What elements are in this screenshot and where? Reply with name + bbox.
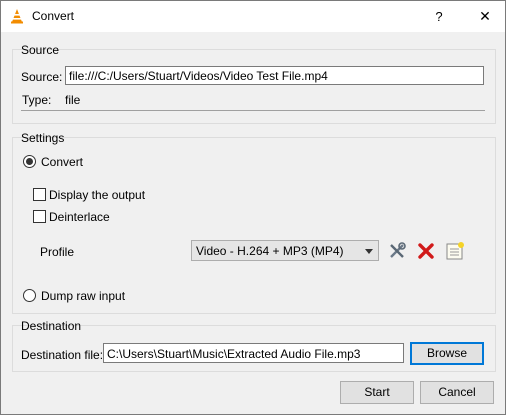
type-label: Type: <box>22 93 52 107</box>
profile-select[interactable]: Video - H.264 + MP3 (MP4) <box>191 240 379 261</box>
chevron-down-icon <box>365 249 373 254</box>
title-bar: Convert ? ✕ <box>1 1 505 32</box>
display-output-label[interactable]: Display the output <box>49 188 145 202</box>
close-button[interactable]: ✕ <box>467 1 503 32</box>
deinterlace-label[interactable]: Deinterlace <box>49 210 110 224</box>
browse-button[interactable]: Browse <box>410 342 484 365</box>
type-value: file <box>65 93 81 107</box>
display-output-checkbox[interactable] <box>33 188 46 201</box>
profile-label: Profile <box>40 245 75 259</box>
source-input[interactable]: file:///C:/Users/Stuart/Videos/Video Tes… <box>65 66 484 85</box>
vlc-cone-icon <box>11 9 23 24</box>
edit-profile-icon[interactable] <box>386 240 408 262</box>
window-title: Convert <box>32 9 75 23</box>
dump-raw-radio[interactable] <box>23 289 36 302</box>
destination-file-input[interactable]: C:\Users\Stuart\Music\Extracted Audio Fi… <box>103 343 404 363</box>
deinterlace-checkbox[interactable] <box>33 210 46 223</box>
help-button[interactable]: ? <box>425 1 453 32</box>
source-group <box>12 49 496 124</box>
source-group-label: Source <box>21 43 60 57</box>
start-button[interactable]: Start <box>340 381 414 404</box>
dump-raw-label[interactable]: Dump raw input <box>41 289 125 303</box>
convert-dialog: Convert ? ✕ Source Source: file:///C:/Us… <box>0 0 506 415</box>
delete-profile-icon[interactable] <box>415 240 437 262</box>
source-label: Source: <box>21 70 63 84</box>
convert-radio-label[interactable]: Convert <box>41 155 83 169</box>
source-divider <box>21 110 485 111</box>
settings-group <box>12 137 496 314</box>
destination-group-label: Destination <box>21 319 82 333</box>
cancel-button[interactable]: Cancel <box>420 381 494 404</box>
destination-file-label: Destination file: <box>21 348 104 362</box>
convert-radio[interactable] <box>23 155 36 168</box>
new-profile-icon[interactable] <box>444 240 466 262</box>
profile-select-value: Video - H.264 + MP3 (MP4) <box>196 244 344 258</box>
settings-group-label: Settings <box>21 131 65 145</box>
